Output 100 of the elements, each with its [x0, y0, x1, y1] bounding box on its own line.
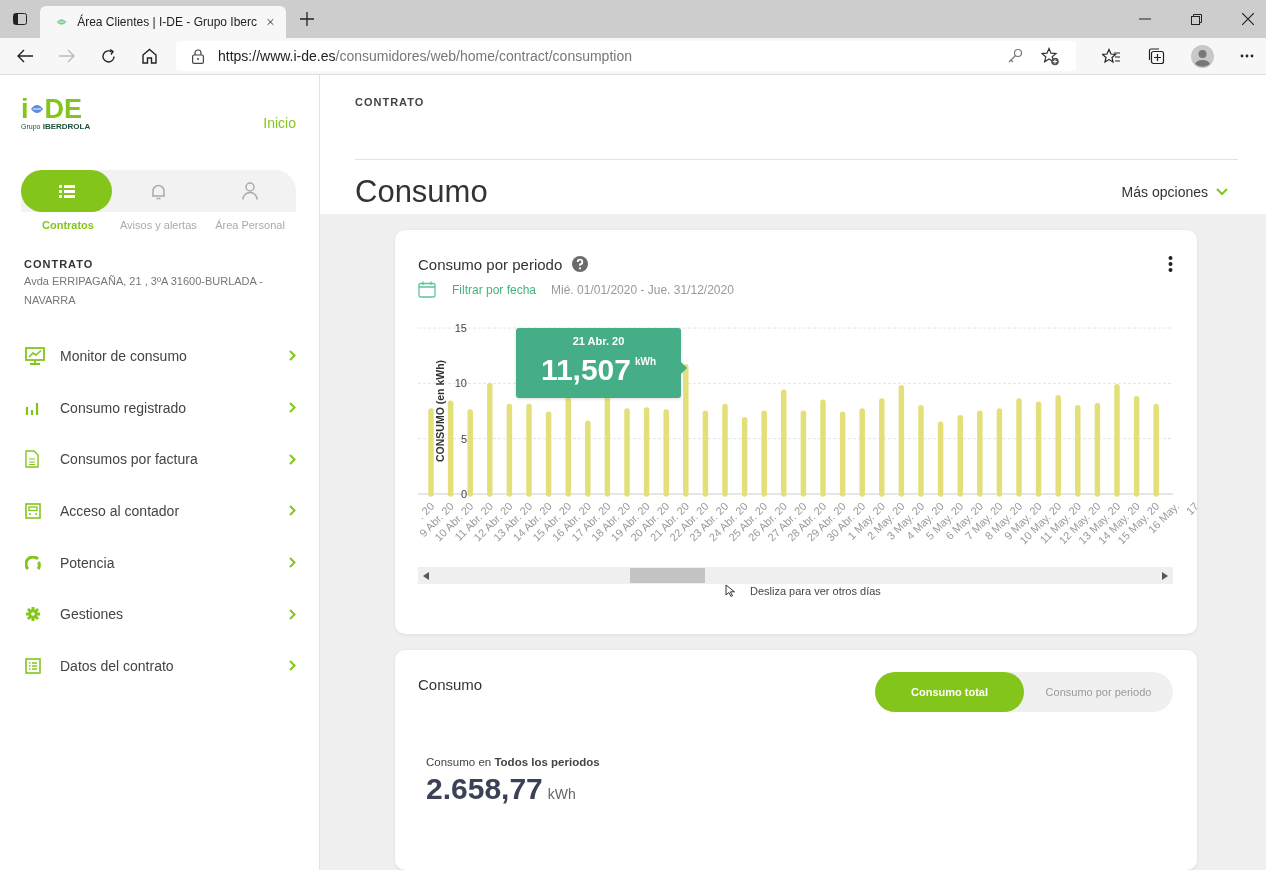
- bar[interactable]: [663, 409, 669, 497]
- home-icon[interactable]: [141, 48, 158, 64]
- menu-item[interactable]: Potencia: [25, 536, 295, 589]
- contract-address: Avda ERRIPAGAÑA, 21 , 3ºA 31600-BURLADA - NAVARRA: [24, 274, 264, 308]
- bar[interactable]: [957, 414, 963, 497]
- forward-icon[interactable]: [58, 49, 76, 63]
- card-title: Consumo por periodo: [418, 255, 563, 273]
- bar[interactable]: [898, 385, 905, 497]
- bar[interactable]: [1016, 398, 1022, 497]
- bar[interactable]: [643, 407, 650, 497]
- key-icon[interactable]: [1007, 48, 1023, 64]
- contract-heading: CONTRATO: [24, 258, 95, 270]
- bar[interactable]: [1153, 403, 1159, 497]
- menu-item[interactable]: Datos del contrato: [25, 640, 295, 692]
- bar[interactable]: [428, 408, 434, 497]
- bar[interactable]: [1075, 404, 1081, 497]
- axis-tick-label: 15: [454, 322, 467, 334]
- settings-icon: [25, 606, 41, 623]
- favorites-icon[interactable]: [1102, 47, 1121, 65]
- add-favorite-icon[interactable]: [1041, 46, 1060, 66]
- chevron-icon: [289, 350, 296, 362]
- bar[interactable]: [624, 408, 630, 497]
- bar[interactable]: [820, 399, 826, 497]
- list-icon: [58, 184, 75, 198]
- axis-tick-label: 10: [454, 377, 467, 390]
- bar[interactable]: [879, 398, 885, 497]
- back-icon[interactable]: [16, 49, 34, 63]
- browser-tab[interactable]: Área Clientes | I-DE - Grupo Iberc: [40, 6, 286, 38]
- total-value: 2.658,77: [426, 772, 543, 806]
- help-icon[interactable]: [572, 256, 589, 272]
- lock-icon: [192, 48, 204, 64]
- url-text: https://www.i-de.es/consumidores/web/home/contract/consumption: [218, 48, 632, 64]
- bar[interactable]: [487, 382, 493, 497]
- collections-icon[interactable]: [1147, 47, 1165, 65]
- document-icon: [25, 450, 39, 469]
- bar[interactable]: [702, 410, 709, 497]
- menu-item[interactable]: Consumos por factura: [25, 433, 295, 486]
- bar[interactable]: [1035, 401, 1042, 497]
- scroll-left-icon[interactable]: [423, 571, 429, 580]
- chevron-icon: [289, 402, 296, 414]
- restore-icon[interactable]: [1191, 13, 1202, 25]
- card-title: Consumo: [418, 676, 483, 693]
- bar[interactable]: [545, 411, 552, 497]
- bar[interactable]: [859, 408, 865, 497]
- minimize-icon[interactable]: [1139, 18, 1151, 20]
- bar[interactable]: [722, 403, 728, 497]
- leaf-icon: [56, 16, 68, 28]
- address-bar[interactable]: https://www.i-de.es/consumidores/web/home/contract/consumption: [176, 41, 1076, 71]
- chevron-icon: [289, 608, 296, 620]
- bar[interactable]: [526, 403, 532, 497]
- scrollbar-thumb[interactable]: [630, 568, 705, 583]
- more-options-link[interactable]: Más opciones: [1121, 184, 1228, 200]
- menu-item[interactable]: Gestiones: [25, 588, 295, 641]
- close-icon[interactable]: [1242, 13, 1254, 25]
- bar[interactable]: [1133, 396, 1140, 497]
- bar[interactable]: [604, 397, 611, 497]
- tab-title: Área Clientes | I-DE - Grupo Iberc: [77, 15, 257, 29]
- more-icon[interactable]: [1240, 54, 1254, 58]
- summary-label: Consumo en Todos los periodos: [426, 756, 601, 768]
- page-title: Consumo: [355, 174, 488, 210]
- new-tab-icon[interactable]: [300, 12, 314, 26]
- cursor-icon: [725, 584, 736, 597]
- meter-icon: [25, 502, 41, 519]
- bar[interactable]: [996, 408, 1003, 497]
- bar[interactable]: [761, 410, 767, 497]
- bar[interactable]: [506, 403, 513, 497]
- calendar-icon[interactable]: [418, 281, 436, 298]
- menu-item[interactable]: Monitor de consumo: [25, 330, 295, 382]
- bar[interactable]: [447, 400, 454, 497]
- bar[interactable]: [839, 411, 846, 497]
- bar[interactable]: [565, 397, 571, 497]
- scroll-hint: Desliza para ver otros días: [750, 584, 881, 597]
- gauge-icon: [25, 555, 41, 570]
- bar[interactable]: [467, 409, 473, 497]
- bar[interactable]: [937, 421, 944, 497]
- profile-avatar-icon[interactable]: [1191, 44, 1214, 68]
- bar[interactable]: [781, 389, 787, 497]
- scroll-right-icon[interactable]: [1162, 571, 1168, 580]
- bell-icon: [150, 182, 166, 200]
- bar[interactable]: [1114, 383, 1120, 497]
- bar-chart-icon: [25, 400, 39, 415]
- nav-tab[interactable]: [21, 170, 112, 212]
- menu-item[interactable]: Acceso al contador: [25, 485, 295, 537]
- bar[interactable]: [977, 410, 983, 497]
- close-icon[interactable]: [267, 17, 274, 27]
- reload-icon[interactable]: [100, 47, 117, 65]
- bar[interactable]: [585, 420, 591, 497]
- menu-item[interactable]: Consumo registrado: [25, 381, 295, 434]
- bar[interactable]: [683, 364, 689, 497]
- bar[interactable]: [741, 417, 748, 497]
- bar[interactable]: [800, 410, 807, 497]
- unit-label: kWh: [547, 786, 576, 802]
- axis-tick-label: 5: [460, 432, 467, 445]
- chevron-down-icon[interactable]: [1216, 188, 1228, 196]
- chart-scrollbar[interactable]: [418, 567, 1173, 584]
- bar[interactable]: [918, 404, 924, 497]
- bar[interactable]: [1094, 402, 1101, 497]
- chevron-icon: [289, 557, 296, 569]
- bar[interactable]: [1055, 394, 1061, 497]
- kebab-menu-icon[interactable]: [1168, 256, 1173, 272]
